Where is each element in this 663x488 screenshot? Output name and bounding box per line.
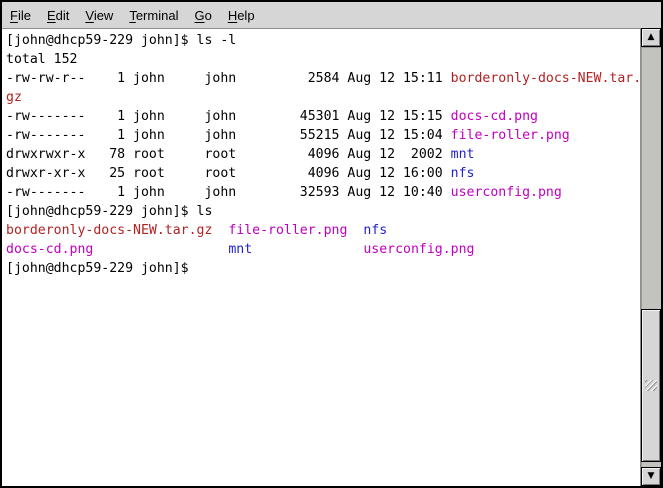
- thumb-grip-icon: [645, 380, 657, 391]
- menu-view[interactable]: View: [77, 4, 121, 27]
- terminal-text: [252, 242, 363, 257]
- file-name: nfs: [363, 223, 387, 238]
- terminal-text: [93, 242, 228, 257]
- scroll-down-icon: ▼: [648, 472, 655, 481]
- terminal-text: [212, 223, 228, 238]
- terminal-text: -rw-rw-r-- 1 john john 2584 Aug 12 15:11: [6, 71, 451, 86]
- file-name: mnt: [451, 147, 475, 162]
- file-name: docs-cd.png: [6, 242, 93, 257]
- terminal-text: drwxr-xr-x 25 root root 4096 Aug 12 16:0…: [6, 166, 451, 181]
- terminal-line: [john@dhcp59-229 john]$: [6, 259, 641, 278]
- file-name: userconfig.png: [451, 185, 562, 200]
- menu-file-label-rest: ile: [18, 8, 31, 23]
- file-name: nfs: [451, 166, 475, 181]
- terminal-text: [john@dhcp59-229 john]$: [6, 261, 189, 276]
- terminal-output[interactable]: [john@dhcp59-229 john]$ ls -l total 152 -r…: [2, 29, 641, 486]
- terminal-text: total 152: [6, 52, 77, 67]
- scroll-up-icon: ▲: [648, 33, 655, 42]
- scrollbar-trough[interactable]: [641, 47, 661, 467]
- menu-help-label-rest: elp: [237, 8, 254, 23]
- terminal-line: -rw------- 1 john john 32593 Aug 12 10:4…: [6, 183, 641, 202]
- terminal-line: -rw-rw-r-- 1 john john 2584 Aug 12 15:11…: [6, 69, 641, 88]
- terminal-line: borderonly-docs-NEW.tar.gz file-roller.p…: [6, 221, 641, 240]
- menu-edit-label-rest: dit: [56, 8, 70, 23]
- terminal-text: [john@dhcp59-229 john]$ ls -l: [6, 33, 236, 48]
- window-content: File Edit View Terminal Go Help [john@dh…: [2, 2, 661, 486]
- file-name: mnt: [228, 242, 252, 257]
- terminal-line: docs-cd.png mnt userconfig.png: [6, 240, 641, 259]
- file-name: userconfig.png: [363, 242, 474, 257]
- menu-view-label: V: [85, 8, 93, 23]
- menu-view-label-rest: iew: [94, 8, 114, 23]
- scroll-up-button[interactable]: ▲: [641, 28, 661, 47]
- terminal-text: drwxrwxr-x 78 root root 4096 Aug 12 2002: [6, 147, 451, 162]
- menu-go-label-rest: o: [205, 8, 212, 23]
- menu-help[interactable]: Help: [220, 4, 263, 27]
- file-name: file-roller.png: [451, 128, 570, 143]
- file-name: docs-cd.png: [451, 109, 538, 124]
- terminal-line: [john@dhcp59-229 john]$ ls -l: [6, 31, 641, 50]
- scroll-down-button[interactable]: ▼: [641, 467, 661, 486]
- file-name: borderonly-docs-NEW.tar.: [451, 71, 641, 86]
- terminal-text: [john@dhcp59-229 john]$ ls: [6, 204, 212, 219]
- menu-file[interactable]: File: [2, 4, 39, 27]
- terminal-text: -rw------- 1 john john 32593 Aug 12 10:4…: [6, 185, 451, 200]
- terminal-line: -rw------- 1 john john 55215 Aug 12 15:0…: [6, 126, 641, 145]
- file-name: gz: [6, 90, 22, 105]
- terminal-line: drwxr-xr-x 25 root root 4096 Aug 12 16:0…: [6, 164, 641, 183]
- menu-terminal[interactable]: Terminal: [121, 4, 186, 27]
- terminal-line: -rw------- 1 john john 45301 Aug 12 15:1…: [6, 107, 641, 126]
- menu-go[interactable]: Go: [186, 4, 219, 27]
- menu-file-label: F: [10, 8, 18, 23]
- terminal-text: -rw------- 1 john john 45301 Aug 12 15:1…: [6, 109, 451, 124]
- scrollbar-thumb[interactable]: [641, 309, 661, 462]
- scrollbar: ▲ ▼: [640, 28, 661, 486]
- terminal-line: drwxrwxr-x 78 root root 4096 Aug 12 2002…: [6, 145, 641, 164]
- file-name: borderonly-docs-NEW.tar.gz: [6, 223, 212, 238]
- menu-help-label: H: [228, 8, 237, 23]
- file-name: file-roller.png: [228, 223, 347, 238]
- menu-bar: File Edit View Terminal Go Help: [2, 2, 661, 29]
- terminal-line: total 152: [6, 50, 641, 69]
- menu-edit-label: E: [47, 8, 56, 23]
- terminal-line: [john@dhcp59-229 john]$ ls: [6, 202, 641, 221]
- terminal-text: -rw------- 1 john john 55215 Aug 12 15:0…: [6, 128, 451, 143]
- terminal-window: File Edit View Terminal Go Help [john@dh…: [0, 0, 663, 488]
- menu-edit[interactable]: Edit: [39, 4, 77, 27]
- menu-terminal-label-rest: erminal: [136, 8, 179, 23]
- terminal-text: [347, 223, 363, 238]
- menu-go-label: G: [194, 8, 204, 23]
- terminal-line: gz: [6, 88, 641, 107]
